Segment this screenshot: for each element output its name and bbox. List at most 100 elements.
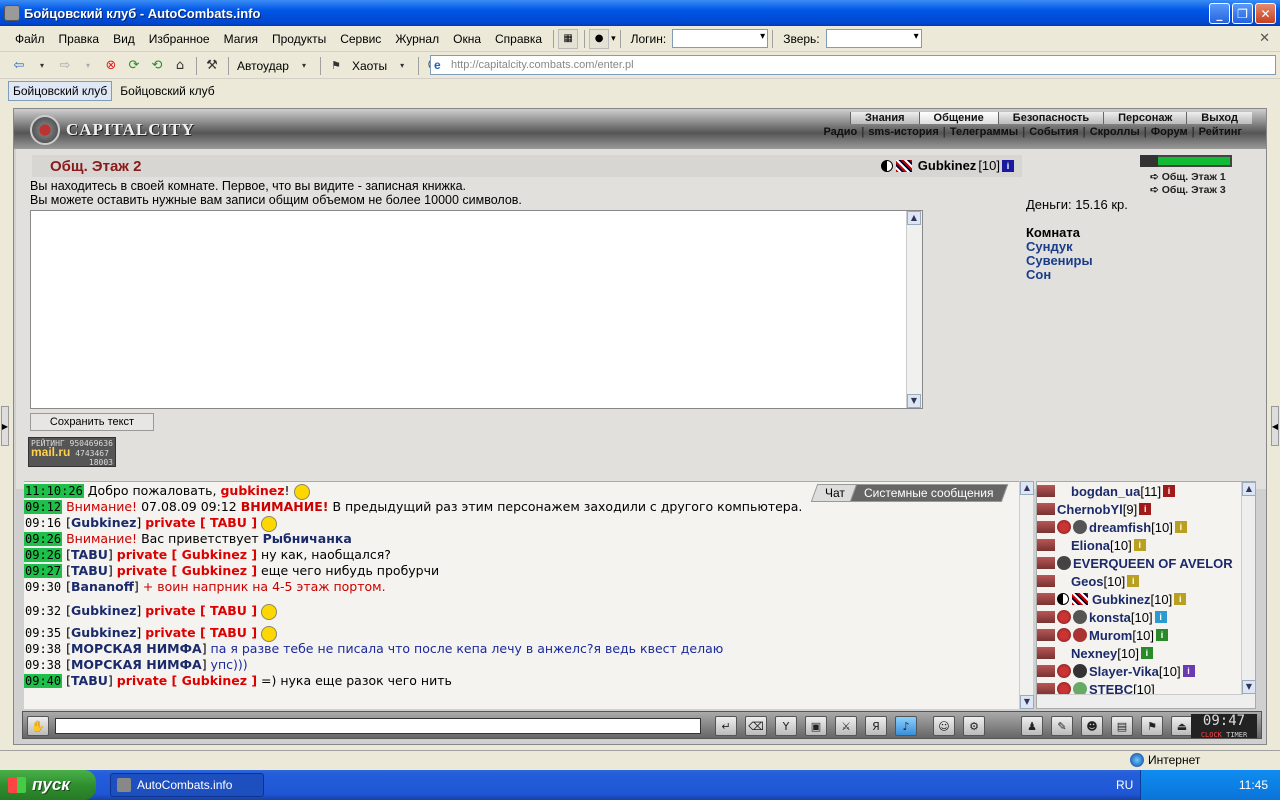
user-name[interactable]: Eliona bbox=[1071, 538, 1110, 553]
private-icon[interactable] bbox=[1037, 485, 1055, 497]
language-indicator[interactable]: RU bbox=[1116, 778, 1133, 792]
menu-file[interactable]: Файл bbox=[8, 32, 52, 46]
back-icon[interactable]: ⇦ bbox=[8, 55, 30, 77]
player-nick[interactable]: Gubkinez bbox=[918, 158, 977, 173]
room-link-chest[interactable]: Сундук bbox=[1026, 239, 1073, 254]
online-user-row[interactable]: Eliona [10] i bbox=[1037, 536, 1255, 554]
online-list-scrollbar[interactable]: ▲ ▼ bbox=[1241, 482, 1255, 708]
start-button[interactable]: пуск bbox=[0, 770, 96, 800]
chat-nick[interactable]: МОРСКАЯ НИМФА bbox=[71, 657, 202, 672]
online-user-row[interactable]: Nexney [10] i bbox=[1037, 644, 1255, 662]
online-user-row[interactable]: dreamfish [10] i bbox=[1037, 518, 1255, 536]
info-icon[interactable]: i bbox=[1174, 593, 1187, 605]
chevron-down-icon[interactable]: ▾ bbox=[77, 55, 99, 77]
haoty-button[interactable]: Хаоты bbox=[352, 59, 387, 73]
info-icon[interactable]: i bbox=[1163, 485, 1176, 497]
right-collapse-arrow[interactable]: ◀ bbox=[1271, 406, 1279, 446]
scroll-up-icon[interactable]: ▲ bbox=[907, 211, 921, 225]
close-icon[interactable]: ✕ bbox=[1259, 31, 1270, 46]
chat-nick[interactable]: Рыбничанка bbox=[263, 531, 352, 546]
scroll-down-icon[interactable]: ▼ bbox=[907, 394, 921, 408]
user-name[interactable]: Nexney bbox=[1071, 646, 1117, 661]
building-icon[interactable]: ▦ bbox=[558, 28, 579, 49]
chevron-down-icon[interactable]: ▾ bbox=[611, 34, 616, 44]
filter-chat-icon[interactable]: Y bbox=[775, 716, 797, 736]
nav-telegrams[interactable]: Телеграммы bbox=[946, 126, 1022, 138]
nav-sms-history[interactable]: sms-история bbox=[864, 126, 942, 138]
chevron-down-icon[interactable]: ▾ bbox=[31, 55, 53, 77]
online-user-row[interactable]: ChernobYl [9] i bbox=[1037, 500, 1255, 518]
private-icon[interactable] bbox=[1037, 503, 1055, 515]
send-icon[interactable]: ↵ bbox=[715, 716, 737, 736]
refresh-icon[interactable]: ⟳ bbox=[123, 55, 145, 77]
menu-journal[interactable]: Журнал bbox=[388, 32, 446, 46]
menu-view[interactable]: Вид bbox=[106, 32, 142, 46]
left-collapse-arrow[interactable]: ▶ bbox=[1, 406, 9, 446]
floor-3-link[interactable]: ➪ Общ. Этаж 3 bbox=[1150, 184, 1226, 196]
scroll-down-icon[interactable]: ▼ bbox=[1020, 695, 1034, 709]
chat-private[interactable]: private [ Gubkinez ] bbox=[117, 547, 257, 562]
clear-icon[interactable]: ⌫ bbox=[745, 716, 767, 736]
private-icon[interactable] bbox=[1037, 611, 1055, 623]
info-icon[interactable]: i bbox=[1140, 647, 1153, 659]
menu-magic[interactable]: Магия bbox=[217, 32, 265, 46]
menu-service[interactable]: Сервис bbox=[333, 32, 388, 46]
room-link-sleep[interactable]: Сон bbox=[1026, 267, 1051, 282]
chat-nick[interactable]: Gubkinez bbox=[71, 625, 136, 640]
room-link-souvenirs[interactable]: Сувениры bbox=[1026, 253, 1093, 268]
chat-nick[interactable]: TABU bbox=[71, 673, 108, 688]
home-icon[interactable]: ⌂ bbox=[169, 55, 191, 77]
menu-windows[interactable]: Окна bbox=[446, 32, 488, 46]
settings-icon[interactable]: ⚙ bbox=[963, 716, 985, 736]
exit-icon[interactable]: ⏏ bbox=[1171, 716, 1193, 736]
autoudar-button[interactable]: Автоудар bbox=[237, 59, 289, 73]
menu-help[interactable]: Справка bbox=[488, 32, 549, 46]
online-user-row[interactable]: Murom [10] i bbox=[1037, 626, 1255, 644]
chat-nick[interactable]: gubkinez bbox=[220, 483, 284, 498]
user-name[interactable]: ChernobYl bbox=[1057, 502, 1123, 517]
online-user-row[interactable]: Slayer-Vika [10] i bbox=[1037, 662, 1255, 680]
menu-edit[interactable]: Правка bbox=[52, 32, 107, 46]
chat-nick[interactable]: МОРСКАЯ НИМФА bbox=[71, 641, 202, 656]
chat-private[interactable]: private [ TABU ] bbox=[145, 625, 257, 640]
smiles-icon[interactable]: ☺ bbox=[933, 716, 955, 736]
info-icon[interactable]: i bbox=[1156, 629, 1169, 641]
music-icon[interactable]: ♪ bbox=[895, 716, 917, 736]
nav-knowledge[interactable]: Знания bbox=[850, 112, 919, 124]
user-name[interactable]: EVERQUEEN OF AVELOR bbox=[1073, 556, 1233, 571]
private-icon[interactable] bbox=[1037, 629, 1055, 641]
private-icon[interactable] bbox=[1037, 557, 1055, 569]
bag-icon[interactable]: ▤ bbox=[1111, 716, 1133, 736]
quest-icon[interactable]: ✎ bbox=[1051, 716, 1073, 736]
chat-mode-icon[interactable]: ✋ bbox=[27, 716, 49, 736]
online-user-row[interactable]: EVERQUEEN OF AVELOR bbox=[1037, 554, 1255, 572]
info-icon[interactable]: i bbox=[1174, 521, 1187, 533]
nav-events[interactable]: События bbox=[1025, 126, 1082, 138]
inventory-icon[interactable]: ♟ bbox=[1021, 716, 1043, 736]
online-list-hscrollbar[interactable] bbox=[1037, 694, 1243, 708]
user-name[interactable]: Slayer-Vika bbox=[1089, 664, 1159, 679]
nav-radio[interactable]: Радио bbox=[819, 126, 861, 138]
user-name[interactable]: Gubkinez bbox=[1092, 592, 1151, 607]
online-user-row[interactable]: konsta [10] i bbox=[1037, 608, 1255, 626]
chat-private[interactable]: private [ Gubkinez ] bbox=[117, 563, 257, 578]
beast-combo[interactable] bbox=[825, 29, 922, 48]
bulb-icon[interactable]: ● bbox=[589, 28, 610, 49]
online-user-row[interactable]: bogdan_ua [11] i bbox=[1037, 482, 1255, 500]
private-icon[interactable] bbox=[1037, 539, 1055, 551]
info-icon[interactable]: i bbox=[1133, 539, 1146, 551]
chaos-icon[interactable]: ⚑ bbox=[325, 55, 347, 77]
chat-nick[interactable]: Gubkinez bbox=[71, 603, 136, 618]
menu-products[interactable]: Продукты bbox=[265, 32, 333, 46]
close-button[interactable]: ✕ bbox=[1255, 3, 1276, 24]
nav-scrolls[interactable]: Скроллы bbox=[1086, 126, 1144, 138]
nav-exit[interactable]: Выход bbox=[1186, 112, 1252, 124]
translit-icon[interactable]: Я bbox=[865, 716, 887, 736]
taskbar-window-button[interactable]: AutoCombats.info bbox=[110, 773, 264, 797]
notepad-textarea[interactable]: ▲ ▼ bbox=[30, 210, 923, 409]
info-icon[interactable]: i bbox=[1139, 503, 1152, 515]
stop-icon[interactable]: ⊗ bbox=[100, 55, 122, 77]
info-icon[interactable]: i bbox=[1154, 611, 1167, 623]
chat-nick[interactable]: Bananoff bbox=[71, 579, 134, 594]
minimize-button[interactable]: _ bbox=[1209, 3, 1230, 24]
